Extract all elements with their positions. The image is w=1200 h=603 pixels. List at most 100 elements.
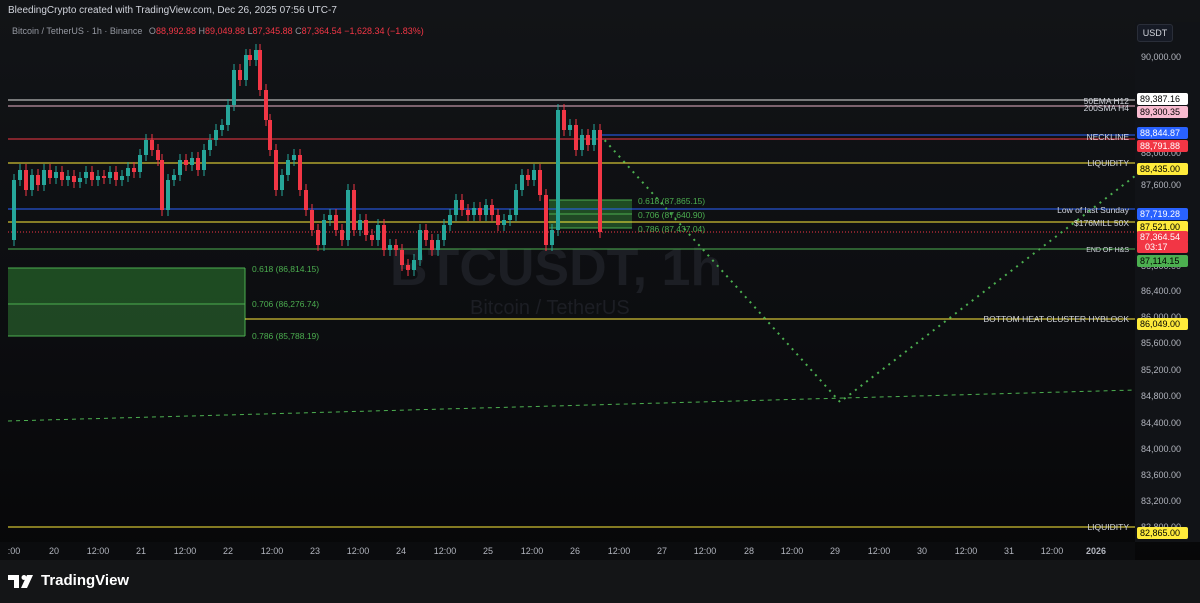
candle-body	[48, 170, 52, 178]
currency-button[interactable]: USDT	[1137, 24, 1173, 42]
trendline-dashed[interactable]	[7, 389, 1136, 422]
candle-body	[568, 125, 572, 130]
candle-body	[508, 215, 512, 220]
candle-body	[562, 110, 566, 130]
candle-body	[382, 225, 386, 250]
legend-symbol: Bitcoin / TetherUS · 1h · Binance	[12, 26, 143, 36]
candle-body	[244, 55, 248, 80]
candle-body	[30, 175, 34, 190]
tradingview-logo[interactable]: TradingView	[8, 572, 129, 589]
price-tag: 03:17	[1137, 241, 1188, 253]
candle-body	[322, 220, 326, 245]
candle-body	[264, 90, 268, 120]
legend-open-label: O	[148, 26, 156, 36]
candle-body	[400, 250, 404, 265]
candle-body	[120, 176, 124, 180]
candle-body	[184, 160, 188, 165]
candle-body	[592, 130, 596, 145]
price-tag: 82,865.00	[1137, 527, 1188, 539]
candle-body	[232, 70, 236, 105]
time-tick-label: 12:00	[261, 546, 284, 556]
candle-body	[18, 170, 22, 180]
price-axis[interactable]: 90,000.0088,400.0088,000.0087,600.0086,8…	[1135, 22, 1200, 542]
time-tick-label: 23	[310, 546, 320, 556]
label-176mill: $176MILL 50X	[1074, 218, 1129, 228]
label-liquidity-lower: LIQUIDITY	[1087, 522, 1129, 532]
time-tick-label: 12:00	[694, 546, 717, 556]
footer-bar	[0, 560, 1200, 603]
candle-body	[448, 215, 452, 225]
candle-body	[436, 240, 440, 250]
candle-body	[364, 220, 368, 235]
price-tag: 89,387.16	[1137, 93, 1188, 105]
price-chart[interactable]: BTCUSDT, 1h Bitcoin / TetherUS 0.618 (86…	[0, 0, 1200, 560]
price-tag: 88,435.00	[1137, 163, 1188, 175]
legend-close: 87,364.54	[301, 26, 342, 36]
time-tick-label: 27	[657, 546, 667, 556]
candle-body	[72, 176, 76, 182]
candle-body	[514, 190, 518, 215]
candle-body	[472, 208, 476, 215]
candle-body	[60, 172, 64, 180]
candle-body	[460, 200, 464, 210]
candle-body	[316, 230, 320, 245]
price-tick-label: 85,600.00	[1141, 338, 1181, 348]
price-tag-text: 88,435.00	[1140, 164, 1180, 174]
candle-body	[226, 105, 230, 125]
time-tick-label: 12:00	[955, 546, 978, 556]
price-tick-label: 83,200.00	[1141, 496, 1181, 506]
time-tick-label: 20	[49, 546, 59, 556]
time-tick-label: 2026	[1086, 546, 1106, 556]
price-tick-label: 90,000.00	[1141, 52, 1181, 62]
candle-body	[220, 125, 224, 130]
lower-fib-zone[interactable]: 0.618 (86,814.15) 0.706 (86,276.74) 0.78…	[8, 264, 319, 341]
time-tick-label: 26	[570, 546, 580, 556]
price-tag: 87,719.28	[1137, 208, 1188, 220]
candle-body	[238, 70, 242, 80]
candle-body	[520, 175, 524, 190]
tradingview-chart-window: BleedingCrypto created with TradingView.…	[0, 0, 1200, 603]
price-tick-label: 84,400.00	[1141, 418, 1181, 428]
candle-body	[84, 172, 88, 178]
candle-body	[258, 50, 262, 90]
upper-fib-zone[interactable]: 0.618 (87,865.15) 0.706 (87,640.90) 0.78…	[549, 196, 705, 234]
price-tag: 88,844.87	[1137, 127, 1188, 139]
candle-body	[340, 230, 344, 240]
time-tick-label: 12:00	[174, 546, 197, 556]
price-tag-text: 87,719.28	[1140, 209, 1180, 219]
price-tag: 86,049.00	[1137, 318, 1188, 330]
price-tag: 87,114.15	[1137, 255, 1188, 267]
legend-high: 89,049.88	[205, 26, 246, 36]
candle-body	[574, 125, 578, 150]
candle-body	[248, 55, 252, 60]
candle-body	[54, 172, 58, 178]
legend-open: 88,992.88	[155, 26, 196, 36]
time-tick-label: 12:00	[521, 546, 544, 556]
candle-body	[352, 190, 356, 230]
price-tag-text: 82,865.00	[1140, 528, 1180, 538]
level-labels: 50EMA H12 200SMA H4 NECKLINE LIQUIDITY L…	[984, 96, 1130, 532]
time-tick-label: 12:00	[868, 546, 891, 556]
tradingview-logo-text: TradingView	[41, 572, 130, 589]
candle-body	[406, 265, 410, 270]
price-tick-label: 84,800.00	[1141, 391, 1181, 401]
candle-body	[526, 175, 530, 180]
time-tick-label: 22	[223, 546, 233, 556]
candle-body	[166, 180, 170, 210]
time-tick-label: 28	[744, 546, 754, 556]
candle-body	[132, 168, 136, 172]
fib-lower-618: 0.618 (86,814.15)	[252, 264, 319, 274]
candle-body	[496, 215, 500, 225]
candle-body	[490, 205, 494, 215]
candle-body	[138, 155, 142, 172]
price-tag: 88,791.88	[1137, 140, 1188, 152]
time-tick-label: :00	[8, 546, 21, 556]
time-tick-label: 24	[396, 546, 406, 556]
price-tick-label: 87,600.00	[1141, 180, 1181, 190]
time-axis[interactable]: :00 20 12:00 21 12:00 22 12:00 23 12:00 24 12:00 25…	[0, 542, 1135, 560]
candle-body	[286, 160, 290, 175]
time-tick-label: 12:00	[347, 546, 370, 556]
price-tag-text: 89,300.35	[1140, 107, 1180, 117]
candle-body	[178, 160, 182, 175]
price-tag-text: 86,049.00	[1140, 319, 1180, 329]
